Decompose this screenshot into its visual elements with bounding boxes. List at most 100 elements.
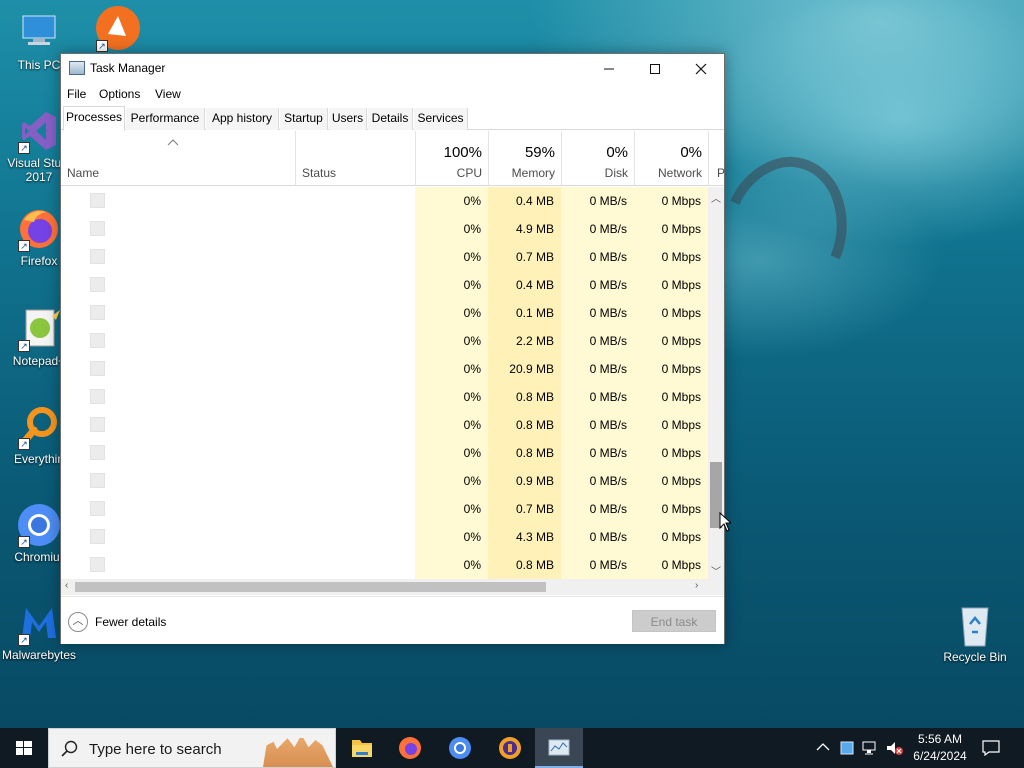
network-value: 0 Mbps bbox=[634, 355, 708, 383]
close-button[interactable] bbox=[678, 54, 724, 83]
taskbar-avast-secure-browser[interactable] bbox=[486, 728, 534, 768]
process-row[interactable]: 0% 0.8 MB 0 MB/s 0 Mbps bbox=[61, 383, 708, 411]
cpu-value: 0% bbox=[415, 551, 488, 579]
disk-value: 0 MB/s bbox=[561, 187, 634, 215]
tab-bar: Processes Performance App history Startu… bbox=[61, 106, 724, 131]
column-power[interactable]: P bbox=[708, 131, 726, 186]
tab-details[interactable]: Details bbox=[368, 108, 413, 130]
taskbar-chromium[interactable] bbox=[436, 728, 484, 768]
process-row[interactable]: 0% 0.7 MB 0 MB/s 0 Mbps bbox=[61, 495, 708, 523]
column-disk[interactable]: 0% Disk bbox=[561, 131, 634, 186]
tab-processes[interactable]: Processes bbox=[63, 106, 125, 131]
process-icon bbox=[90, 221, 105, 236]
process-row[interactable]: 0% 4.9 MB 0 MB/s 0 Mbps bbox=[61, 215, 708, 243]
process-row[interactable]: 0% 0.7 MB 0 MB/s 0 Mbps bbox=[61, 243, 708, 271]
disk-value: 0 MB/s bbox=[561, 551, 634, 579]
cpu-value: 0% bbox=[415, 243, 488, 271]
column-power-label: P bbox=[717, 166, 726, 180]
avast-icon: ↗ bbox=[94, 6, 140, 52]
cpu-total-percent: 100% bbox=[443, 144, 482, 161]
shortcut-arrow-icon: ↗ bbox=[18, 438, 30, 450]
scroll-left-icon[interactable]: ‹ bbox=[65, 580, 68, 591]
process-row[interactable]: 0% 0.8 MB 0 MB/s 0 Mbps bbox=[61, 411, 708, 439]
tab-app-history[interactable]: App history bbox=[206, 108, 279, 130]
memory-total-percent: 59% bbox=[524, 144, 555, 161]
horizontal-scrollbar[interactable]: ‹ › bbox=[61, 579, 724, 595]
process-row[interactable]: 0% 0.4 MB 0 MB/s 0 Mbps bbox=[61, 187, 708, 215]
disk-value: 0 MB/s bbox=[561, 523, 634, 551]
column-status-label: Status bbox=[302, 166, 337, 180]
clock[interactable]: 5:56 AM 6/24/2024 bbox=[905, 731, 975, 765]
horizontal-scroll-thumb[interactable] bbox=[75, 582, 546, 592]
everything-icon: ↗ bbox=[16, 404, 62, 450]
taskbar-file-explorer[interactable] bbox=[338, 728, 386, 768]
taskbar-firefox[interactable] bbox=[386, 728, 434, 768]
column-cpu[interactable]: 100% CPU bbox=[415, 131, 488, 186]
column-name[interactable]: Name bbox=[61, 131, 295, 186]
process-row[interactable]: 0% 2.2 MB 0 MB/s 0 Mbps bbox=[61, 327, 708, 355]
network-value: 0 Mbps bbox=[634, 271, 708, 299]
clock-date: 6/24/2024 bbox=[913, 749, 967, 763]
column-status[interactable]: Status bbox=[295, 131, 415, 186]
tab-startup[interactable]: Startup bbox=[280, 108, 328, 130]
process-row[interactable]: 0% 0.9 MB 0 MB/s 0 Mbps bbox=[61, 467, 708, 495]
memory-value: 0.8 MB bbox=[488, 439, 561, 467]
shortcut-arrow-icon: ↗ bbox=[18, 340, 30, 352]
network-icon[interactable] bbox=[862, 740, 880, 756]
shortcut-arrow-icon: ↗ bbox=[18, 634, 30, 646]
maximize-button[interactable] bbox=[632, 54, 678, 83]
process-row[interactable]: 0% 20.9 MB 0 MB/s 0 Mbps bbox=[61, 355, 708, 383]
footer-bar: ︿ Fewer details End task bbox=[61, 596, 724, 644]
tab-performance[interactable]: Performance bbox=[126, 108, 205, 130]
tab-services[interactable]: Services bbox=[414, 108, 468, 130]
volume-muted-icon[interactable] bbox=[885, 740, 905, 756]
memory-value: 4.3 MB bbox=[488, 523, 561, 551]
start-button[interactable] bbox=[0, 728, 48, 768]
column-header: Name Status 100% CPU 59% Memory 0% Disk … bbox=[61, 131, 726, 186]
tab-users[interactable]: Users bbox=[329, 108, 367, 130]
process-icon bbox=[90, 529, 105, 544]
search-box[interactable]: Type here to search bbox=[48, 728, 336, 768]
column-memory[interactable]: 59% Memory bbox=[488, 131, 561, 186]
end-task-button[interactable]: End task bbox=[632, 610, 716, 632]
fewer-details-button[interactable]: ︿ Fewer details bbox=[68, 612, 166, 632]
process-icon bbox=[90, 501, 105, 516]
shortcut-arrow-icon: ↗ bbox=[18, 536, 30, 548]
title-bar[interactable]: Task Manager bbox=[61, 54, 724, 83]
process-icon bbox=[90, 361, 105, 376]
taskbar-task-manager[interactable] bbox=[535, 728, 583, 768]
menu-options[interactable]: Options bbox=[99, 87, 140, 101]
process-row[interactable]: 0% 0.8 MB 0 MB/s 0 Mbps bbox=[61, 439, 708, 467]
cpu-value: 0% bbox=[415, 523, 488, 551]
visual-studio-icon: ↗ bbox=[16, 108, 62, 154]
minimize-button[interactable] bbox=[586, 54, 632, 83]
process-row[interactable]: 0% 0.8 MB 0 MB/s 0 Mbps bbox=[61, 551, 708, 579]
disk-total-percent: 0% bbox=[606, 144, 628, 161]
desktop-icon-recycle-bin[interactable]: Recycle Bin bbox=[936, 602, 1014, 664]
tray-app-icon[interactable] bbox=[840, 741, 854, 755]
action-center-icon[interactable] bbox=[982, 740, 1000, 756]
memory-value: 0.9 MB bbox=[488, 467, 561, 495]
memory-value: 0.7 MB bbox=[488, 495, 561, 523]
memory-value: 2.2 MB bbox=[488, 327, 561, 355]
file-explorer-icon bbox=[352, 740, 372, 757]
scroll-up-icon[interactable]: ︿ bbox=[711, 190, 721, 205]
menu-file[interactable]: File bbox=[67, 87, 86, 101]
process-row[interactable]: 0% 4.3 MB 0 MB/s 0 Mbps bbox=[61, 523, 708, 551]
menu-view[interactable]: View bbox=[155, 87, 181, 101]
desktop-icon-label: Recycle Bin bbox=[943, 650, 1007, 664]
process-icon bbox=[90, 445, 105, 460]
disk-value: 0 MB/s bbox=[561, 299, 634, 327]
network-value: 0 Mbps bbox=[634, 299, 708, 327]
process-row[interactable]: 0% 0.4 MB 0 MB/s 0 Mbps bbox=[61, 271, 708, 299]
desktop-icon-avast[interactable]: ↗ bbox=[78, 6, 156, 54]
column-network[interactable]: 0% Network bbox=[634, 131, 708, 186]
scroll-right-icon[interactable]: › bbox=[695, 580, 698, 591]
show-hidden-icons-chevron-up-icon[interactable] bbox=[816, 742, 830, 752]
shortcut-arrow-icon: ↗ bbox=[96, 40, 108, 52]
scroll-down-icon[interactable]: ﹀ bbox=[711, 563, 721, 578]
shortcut-arrow-icon: ↗ bbox=[18, 240, 30, 252]
process-row[interactable]: 0% 0.1 MB 0 MB/s 0 Mbps bbox=[61, 299, 708, 327]
process-icon bbox=[90, 389, 105, 404]
clock-time: 5:56 AM bbox=[917, 732, 963, 746]
